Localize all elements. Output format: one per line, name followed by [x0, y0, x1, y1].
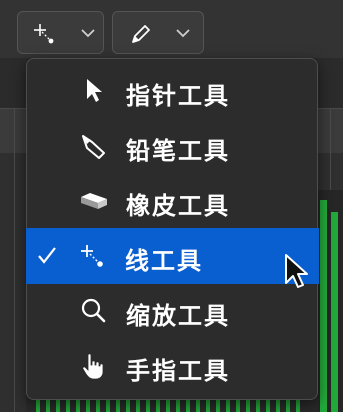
level-meter-bar: [46, 400, 50, 412]
level-meter-bar: [116, 398, 120, 412]
pencil-icon: [132, 25, 150, 43]
level-meter-bar: [76, 398, 80, 412]
chevron-down-icon: [176, 29, 190, 38]
level-meter-bar: [216, 398, 220, 412]
level-meter-bar: [146, 400, 150, 412]
menu-item-label: 缩放工具: [126, 302, 230, 330]
level-meter-bar: [256, 398, 260, 412]
level-meter-bar: [56, 398, 60, 412]
level-meter-panel: [316, 190, 343, 412]
command-click-tool-button[interactable]: [112, 11, 204, 54]
pointer-arrow-icon: [87, 79, 102, 102]
level-meter-bar: [246, 400, 250, 412]
chevron-down-icon: [81, 29, 95, 38]
menu-item-finger-tool[interactable]: 手指工具: [27, 338, 317, 394]
line-tool-icon: [34, 24, 54, 44]
menu-item-label: 手指工具: [126, 357, 230, 385]
level-meter-bar: [96, 398, 100, 412]
checkmark-icon: [38, 247, 56, 264]
level-meter-bar: [206, 400, 210, 412]
hand-finger-icon: [82, 353, 104, 380]
level-meter-bar: [106, 400, 110, 412]
pencil-icon: [82, 135, 105, 159]
level-meter-bar: [296, 398, 300, 412]
level-meter-bar: [236, 398, 240, 412]
tool-menu: 指针工具 铅笔工具 橡皮工具 线工具 缩放工具 手指工具: [26, 58, 319, 400]
menu-item-pointer-tool[interactable]: 指针工具: [27, 63, 317, 119]
level-meter-bar: [66, 400, 70, 412]
level-meter-bar: [36, 398, 40, 412]
menu-item-label: 线工具: [125, 247, 203, 275]
menu-item-pencil-tool[interactable]: 铅笔工具: [27, 118, 317, 174]
level-meter-bar: [286, 400, 290, 412]
mouse-cursor-icon: [285, 254, 308, 288]
menu-item-label: 铅笔工具: [126, 137, 230, 165]
level-meter-bar: [266, 400, 270, 412]
level-meter-bar: [226, 400, 230, 412]
menu-item-eraser-tool[interactable]: 橡皮工具: [27, 173, 317, 229]
line-tool-icon: [81, 245, 103, 267]
level-meter-bar: [136, 398, 140, 412]
menu-item-label: 指针工具: [126, 82, 230, 110]
level-meter-bar: [186, 400, 190, 412]
level-meter-bar: [156, 398, 160, 412]
level-meter-bar: [126, 400, 130, 412]
menu-item-label: 橡皮工具: [126, 192, 230, 220]
magnifier-icon: [81, 298, 106, 323]
level-meter-bar: [320, 200, 327, 412]
left-click-tool-button[interactable]: [17, 11, 104, 54]
level-meter-bar: [196, 398, 200, 412]
level-meter-bar: [166, 400, 170, 412]
menu-item-zoom-tool[interactable]: 缩放工具: [27, 283, 317, 339]
level-meter-bar: [331, 212, 338, 412]
level-meter-bar: [276, 398, 280, 412]
eraser-icon: [81, 193, 107, 209]
level-meter-bar: [86, 400, 90, 412]
grid-line: [14, 108, 15, 412]
level-meter-bar: [176, 398, 180, 412]
menu-item-line-tool[interactable]: 线工具: [26, 228, 319, 284]
